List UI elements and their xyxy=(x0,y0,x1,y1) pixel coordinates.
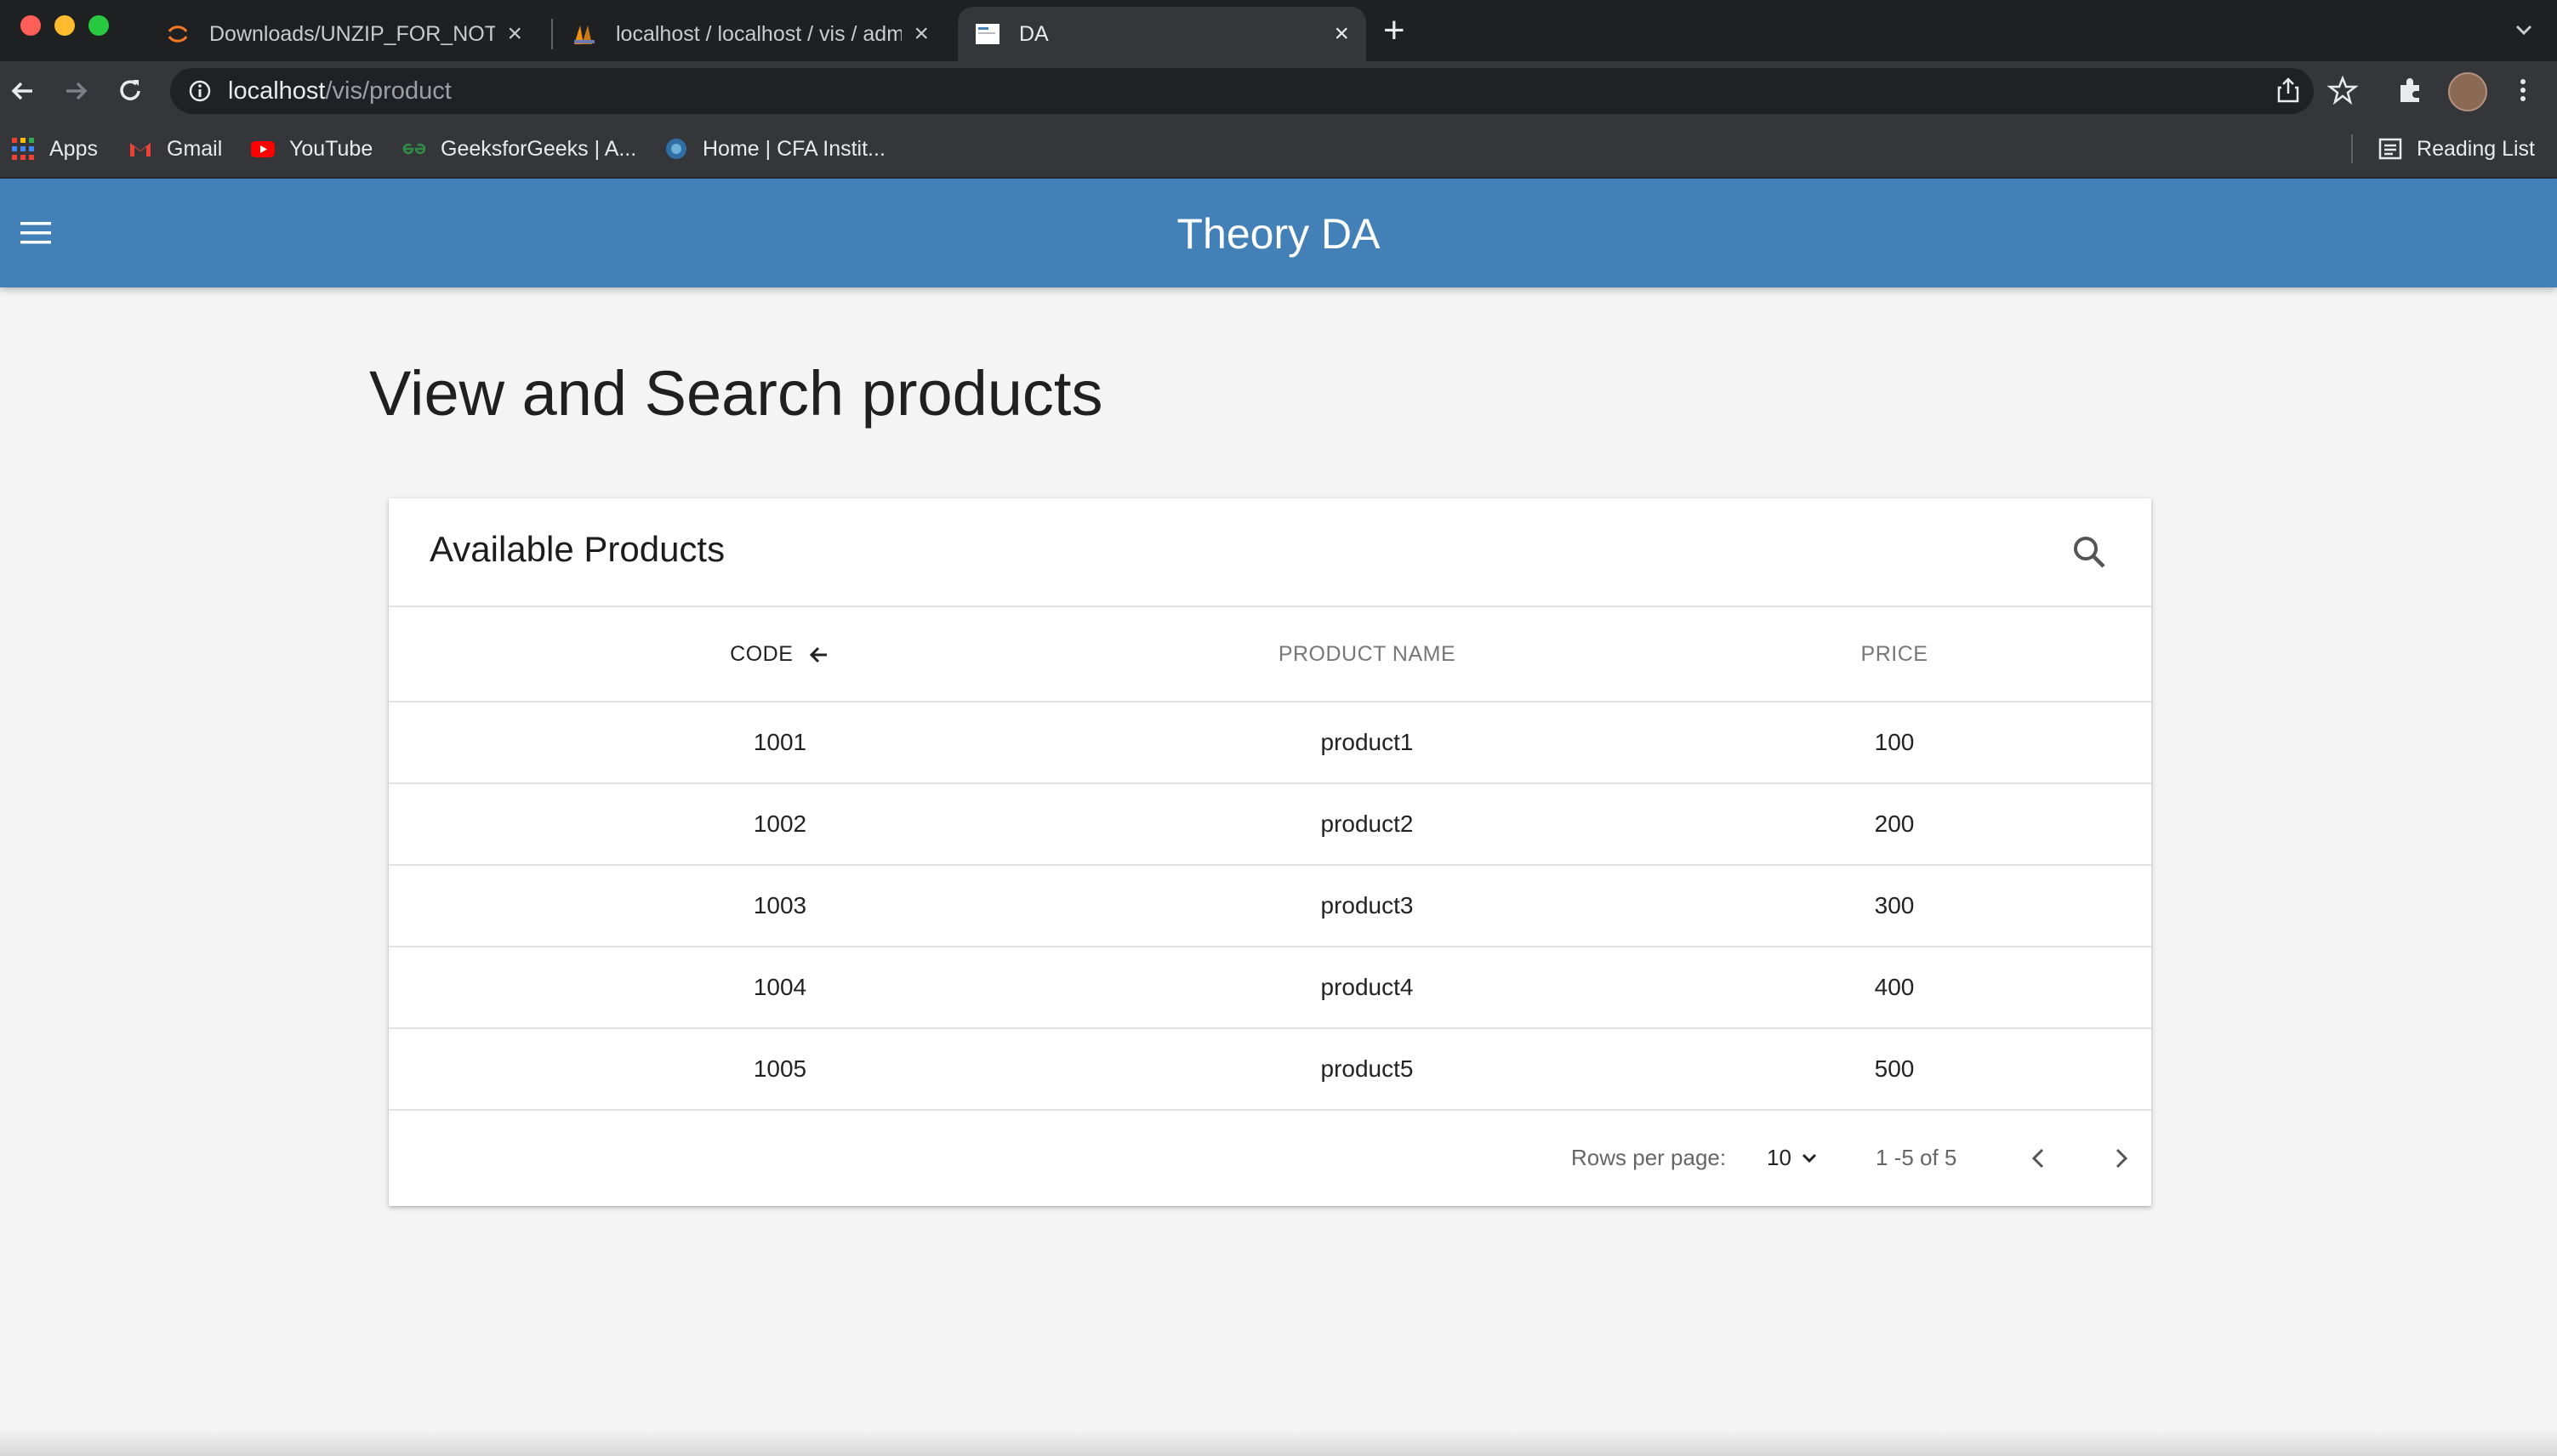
search-icon[interactable] xyxy=(2070,532,2109,572)
bookmark-label: Home | CFA Instit... xyxy=(703,136,886,161)
chevron-down-icon xyxy=(1802,1153,1816,1163)
column-header-price[interactable]: PRICE xyxy=(1809,607,1979,701)
url-text: localhost/vis/product xyxy=(228,77,452,105)
table-row[interactable]: 1004 product4 400 xyxy=(389,947,2151,1029)
cell-code: 1001 xyxy=(753,729,807,755)
app-header: Theory DA xyxy=(0,179,2557,287)
previous-page-icon[interactable] xyxy=(2024,1143,2054,1174)
profile-avatar[interactable] xyxy=(2448,72,2487,111)
back-arrow-icon[interactable] xyxy=(7,75,39,107)
youtube-icon xyxy=(251,141,275,157)
cell-product-name: product2 xyxy=(1320,810,1414,837)
rows-per-page-value: 10 xyxy=(1767,1145,1791,1170)
extensions-puzzle-icon[interactable] xyxy=(2394,73,2428,107)
cell-code: 1002 xyxy=(753,810,807,837)
jupyter-icon xyxy=(168,26,188,43)
bookmark-label: YouTube xyxy=(289,136,373,161)
bookmarks-bar: Apps Gmail YouTube GeeksforGeeks | A... … xyxy=(0,121,2557,179)
address-bar[interactable]: localhost/vis/product xyxy=(170,68,2314,114)
table-toolbar: Available Products xyxy=(389,498,2151,607)
tab-title: DA xyxy=(1019,21,1049,46)
rows-per-page-select[interactable]: 10 xyxy=(1767,1145,1819,1171)
share-icon[interactable] xyxy=(2271,73,2305,107)
cell-code: 1005 xyxy=(753,1055,807,1082)
more-menu-icon[interactable] xyxy=(2506,73,2540,107)
phpmyadmin-icon xyxy=(574,26,595,44)
browser-tab-strip: Downloads/UNZIP_FOR_NOTE × localhost / l… xyxy=(0,0,2557,61)
reload-icon[interactable] xyxy=(114,75,146,107)
page-favicon-icon xyxy=(976,24,999,44)
browser-tab-da[interactable]: DA × xyxy=(958,7,1366,61)
products-table-card: Available Products CODE PRODUCT NAME PRI… xyxy=(389,498,2151,1206)
site-info-icon[interactable] xyxy=(187,78,213,104)
bookmark-star-icon[interactable] xyxy=(2326,73,2360,107)
bookmark-label: GeeksforGeeks | A... xyxy=(441,136,637,161)
table-row[interactable]: 1003 product3 300 xyxy=(389,866,2151,947)
bookmark-cfa[interactable]: Home | CFA Instit... xyxy=(663,133,886,165)
column-header-code[interactable]: CODE xyxy=(652,607,908,701)
gmail-icon xyxy=(130,143,151,156)
cell-product-name: product5 xyxy=(1320,1055,1414,1082)
cell-product-name: product1 xyxy=(1320,729,1414,755)
close-tab-icon[interactable]: × xyxy=(507,20,522,48)
reading-list-button[interactable]: Reading List xyxy=(2378,133,2535,165)
pagination-range: 1 -5 of 5 xyxy=(1876,1145,1957,1170)
minimize-window-button[interactable] xyxy=(54,15,75,36)
table-title: Available Products xyxy=(430,529,726,569)
app-title: Theory DA xyxy=(1176,210,1381,258)
table-row[interactable]: 1005 product5 500 xyxy=(389,1029,2151,1111)
bookmark-youtube[interactable]: YouTube xyxy=(250,133,373,165)
close-window-button[interactable] xyxy=(20,15,41,36)
reading-list-icon xyxy=(2378,138,2402,160)
bookmark-gmail[interactable]: Gmail xyxy=(128,133,222,165)
tab-search-chevron-icon[interactable] xyxy=(2511,17,2537,43)
cell-price: 500 xyxy=(1874,1055,1915,1082)
cell-code: 1003 xyxy=(753,892,807,919)
tab-title: localhost / localhost / vis / adm xyxy=(616,21,903,46)
table-pagination: Rows per page: 10 1 -5 of 5 xyxy=(389,1114,2151,1206)
next-page-icon[interactable] xyxy=(2105,1143,2136,1174)
window-bottom-shadow xyxy=(0,1429,2557,1456)
tab-title: Downloads/UNZIP_FOR_NOTE xyxy=(209,21,496,46)
bookmarks-separator xyxy=(2351,134,2353,163)
cfa-icon xyxy=(666,139,686,159)
browser-tab-phpmyadmin[interactable]: localhost / localhost / vis / adm × xyxy=(555,7,946,61)
cell-price: 400 xyxy=(1874,974,1915,1000)
reading-list-label: Reading List xyxy=(2417,136,2535,161)
bookmark-geeksforgeeks[interactable]: GeeksforGeeks | A... xyxy=(401,133,636,165)
bookmark-apps[interactable]: Apps xyxy=(10,133,98,165)
rows-per-page-label: Rows per page: xyxy=(1571,1145,1727,1170)
close-tab-icon[interactable]: × xyxy=(1334,20,1349,48)
close-tab-icon[interactable]: × xyxy=(914,20,929,48)
browser-tab-downloads[interactable]: Downloads/UNZIP_FOR_NOTE × xyxy=(148,7,539,61)
geeksforgeeks-icon xyxy=(402,143,426,155)
column-header-label: CODE xyxy=(730,642,794,666)
cell-code: 1004 xyxy=(753,974,807,1000)
cell-product-name: product4 xyxy=(1320,974,1414,1000)
table-header-row: CODE PRODUCT NAME PRICE xyxy=(389,607,2151,702)
table-row[interactable]: 1001 product1 100 xyxy=(389,702,2151,784)
bookmark-label: Gmail xyxy=(167,136,223,161)
cell-price: 100 xyxy=(1874,729,1915,755)
column-header-product-name[interactable]: PRODUCT NAME xyxy=(1197,607,1537,701)
forward-arrow-icon[interactable] xyxy=(60,75,92,107)
cell-price: 300 xyxy=(1874,892,1915,919)
table-row[interactable]: 1002 product2 200 xyxy=(389,784,2151,866)
new-tab-button[interactable]: + xyxy=(1383,12,1405,49)
bookmark-label: Apps xyxy=(49,136,98,161)
sort-arrow-icon[interactable] xyxy=(808,644,830,666)
tab-separator xyxy=(551,19,553,49)
cell-product-name: product3 xyxy=(1320,892,1414,919)
cell-price: 200 xyxy=(1874,810,1915,837)
apps-grid-icon xyxy=(12,138,34,160)
page-title: View and Search products xyxy=(369,358,1103,429)
zoom-window-button[interactable] xyxy=(88,15,109,36)
browser-toolbar: localhost/vis/product xyxy=(0,61,2557,121)
